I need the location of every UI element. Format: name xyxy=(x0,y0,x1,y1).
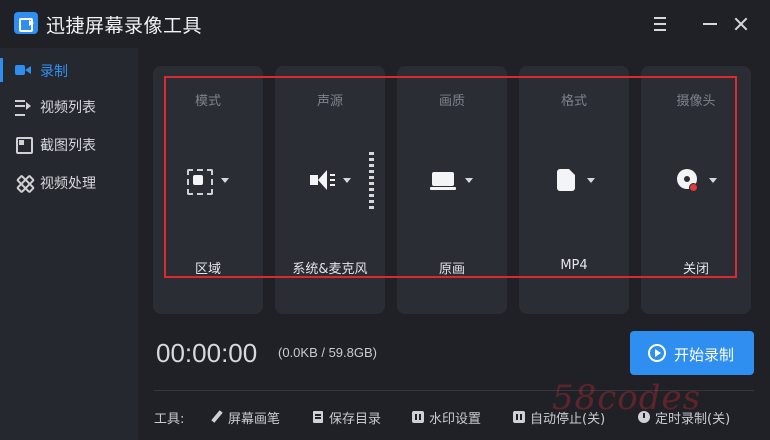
sidebar-item-video-list[interactable]: 视频列表 xyxy=(0,88,138,124)
sidebar-item-label: 视频处理 xyxy=(40,176,96,192)
video-list-icon xyxy=(15,99,31,116)
pen-icon xyxy=(211,411,223,423)
sidebar-item-video-processing[interactable]: 视频处理 xyxy=(0,164,138,200)
tool-label: 水印设置 xyxy=(429,412,482,427)
sidebar-item-label: 录制 xyxy=(40,64,68,80)
record-icon xyxy=(15,63,31,77)
recording-timer: 00:00:00 xyxy=(156,338,258,368)
sidebar-item-screenshot-list[interactable]: 截图列表 xyxy=(0,126,138,162)
highlight-annotation-box xyxy=(164,76,737,278)
menu-icon[interactable] xyxy=(648,12,672,36)
watermark-icon xyxy=(412,411,424,423)
sidebar-item-label: 截图列表 xyxy=(40,138,96,154)
sidebar: 录制 视频列表 截图列表 视频处理 xyxy=(0,48,138,440)
folder-icon xyxy=(312,411,324,423)
screenshot-icon xyxy=(15,137,33,154)
close-button[interactable] xyxy=(729,12,753,36)
play-icon xyxy=(648,344,666,362)
app-logo-icon xyxy=(14,12,38,34)
file-size-readout: (0.0KB / 59.8GB) xyxy=(278,345,377,360)
start-recording-label: 开始录制 xyxy=(674,346,735,364)
watermark-text: 58codes xyxy=(552,378,702,418)
title-bar: 迅捷屏幕录像工具 xyxy=(0,0,770,48)
sidebar-item-record[interactable]: 录制 xyxy=(0,52,138,88)
auto-stop-icon xyxy=(513,411,525,423)
tool-label: 保存目录 xyxy=(329,412,382,427)
minimize-button[interactable] xyxy=(698,12,722,36)
tools-icon xyxy=(15,175,31,189)
app-title: 迅捷屏幕录像工具 xyxy=(46,15,203,37)
tool-label: 屏幕画笔 xyxy=(228,412,281,427)
toolbar-label: 工具: xyxy=(154,412,185,427)
start-recording-button[interactable]: 开始录制 xyxy=(630,331,754,375)
sidebar-item-label: 视频列表 xyxy=(40,100,96,116)
active-indicator xyxy=(0,58,3,82)
